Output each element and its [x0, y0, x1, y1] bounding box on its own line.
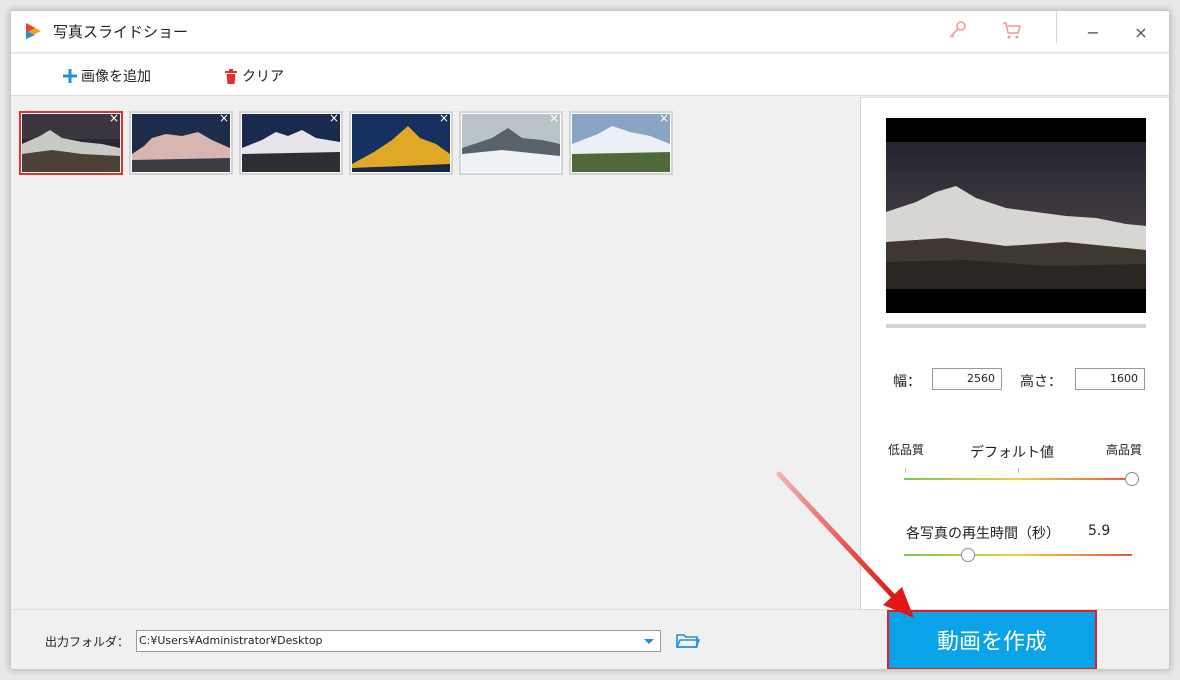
add-image-label: 画像を追加 — [81, 69, 151, 85]
quality-high-label: 高品質 — [1106, 443, 1143, 457]
image-thumbnail[interactable]: × — [459, 111, 563, 175]
create-video-button[interactable]: 動画を作成 — [887, 610, 1097, 669]
key-icon[interactable] — [946, 19, 968, 41]
title-bar: 写真スライドショー − × — [11, 11, 1169, 53]
duration-slider[interactable] — [904, 554, 1132, 556]
width-label: 幅： — [893, 374, 921, 390]
output-bar: 出力フォルダ： C:¥Users¥Administrator¥Desktop 動… — [11, 609, 1169, 669]
remove-image-icon[interactable]: × — [328, 112, 340, 124]
quality-slider-handle[interactable] — [1125, 472, 1139, 486]
image-thumbnail[interactable]: × — [239, 111, 343, 175]
width-input[interactable]: 2560 — [932, 368, 1002, 390]
quality-low-label: 低品質 — [888, 443, 925, 457]
image-thumbnail[interactable]: × — [19, 111, 123, 175]
image-thumbnail[interactable]: × — [129, 111, 233, 175]
output-folder-path: C:¥Users¥Administrator¥Desktop — [139, 634, 323, 647]
app-window: 写真スライドショー − × 画像を追加 クリア × × × × × × 幅： 2… — [10, 10, 1170, 670]
preview-progress-bar[interactable] — [886, 324, 1146, 328]
minimize-button[interactable]: − — [1081, 21, 1105, 45]
duration-value: 5.9 — [1088, 523, 1111, 539]
quality-tick — [905, 468, 906, 473]
remove-image-icon[interactable]: × — [218, 112, 230, 124]
duration-slider-handle[interactable] — [960, 548, 975, 562]
thumbnail-image — [462, 114, 560, 172]
thumbnail-image — [352, 114, 450, 172]
create-video-label: 動画を作成 — [936, 630, 1047, 655]
plus-icon — [63, 69, 77, 83]
chevron-down-icon[interactable] — [638, 631, 660, 651]
image-thumbnail[interactable]: × — [349, 111, 453, 175]
remove-image-icon[interactable]: × — [438, 112, 450, 124]
quality-tick — [1018, 468, 1019, 473]
thumbnail-image — [22, 114, 120, 172]
thumbnail-image — [242, 114, 340, 172]
quality-slider[interactable] — [904, 478, 1132, 480]
add-image-button[interactable]: 画像を追加 — [63, 65, 151, 87]
window-title: 写真スライドショー — [53, 23, 189, 41]
image-thumbnail[interactable]: × — [569, 111, 673, 175]
image-list: × × × × × × — [11, 97, 859, 609]
remove-image-icon[interactable]: × — [658, 112, 670, 124]
height-label: 高さ： — [1020, 374, 1062, 390]
trash-icon — [225, 68, 237, 84]
thumbnail-image — [132, 114, 230, 172]
preview-image — [886, 142, 1146, 289]
output-folder-label: 出力フォルダ： — [45, 635, 130, 649]
quality-default-label: デフォルト値 — [970, 445, 1054, 461]
toolbar: 画像を追加 クリア — [11, 54, 1169, 96]
minimize-icon: − — [1086, 23, 1100, 42]
clear-button[interactable]: クリア — [224, 65, 284, 87]
remove-image-icon[interactable]: × — [108, 112, 120, 124]
settings-panel: 幅： 2560 高さ： 1600 低品質 デフォルト値 高品質 各写真の再生時間… — [860, 97, 1169, 609]
preview-area — [886, 118, 1146, 313]
folder-icon[interactable] — [676, 632, 700, 650]
thumbnail-image — [572, 114, 670, 172]
height-input[interactable]: 1600 — [1075, 368, 1145, 390]
titlebar-separator — [1056, 11, 1057, 43]
remove-image-icon[interactable]: × — [548, 112, 560, 124]
close-button[interactable]: × — [1129, 21, 1153, 45]
output-folder-input[interactable]: C:¥Users¥Administrator¥Desktop — [136, 630, 661, 652]
cart-icon[interactable] — [1001, 19, 1023, 41]
app-logo-icon — [26, 23, 41, 39]
duration-label: 各写真の再生時間（秒） — [906, 526, 1060, 542]
close-icon: × — [1134, 23, 1148, 42]
clear-label: クリア — [242, 69, 284, 85]
